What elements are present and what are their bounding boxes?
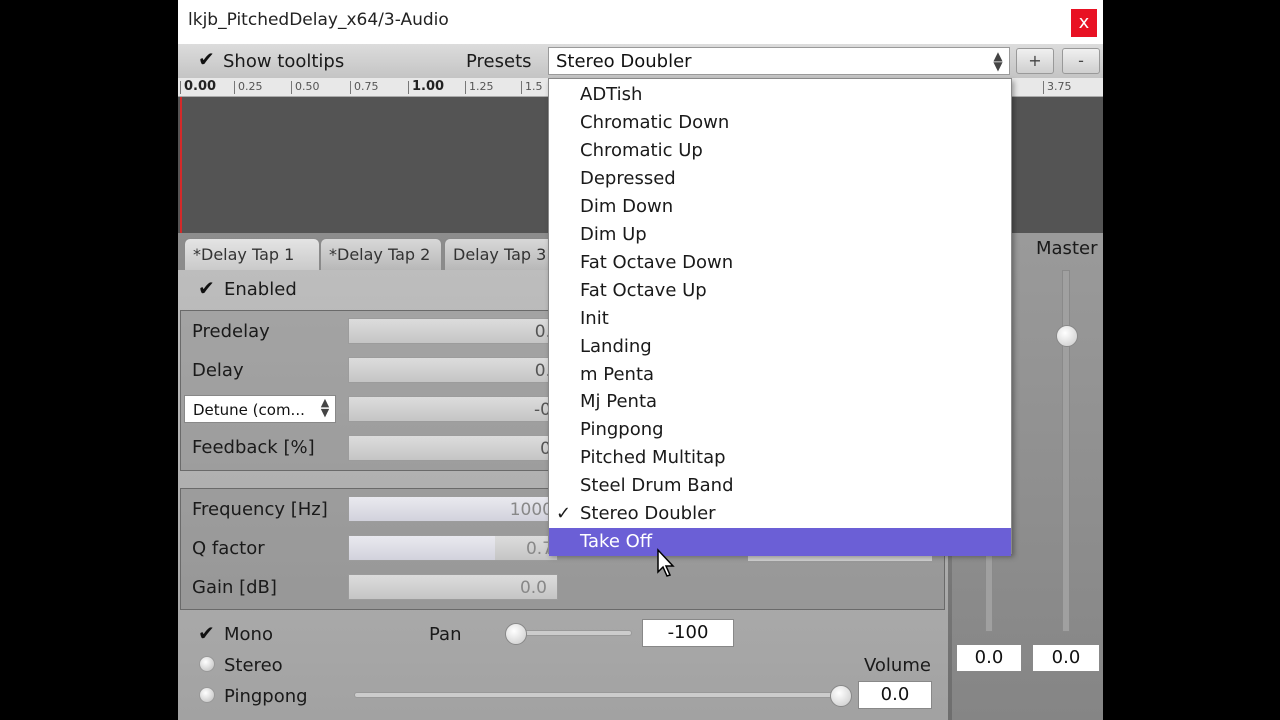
preset-option-label: Chromatic Up: [580, 139, 703, 161]
preset-option[interactable]: Mj Penta: [549, 388, 1011, 416]
preset-option-label: Pingpong: [580, 419, 664, 441]
preset-option[interactable]: Chromatic Down: [549, 109, 1011, 137]
feedback-label: Feedback [%]: [192, 437, 315, 458]
preset-option-label: Mj Penta: [580, 391, 658, 413]
volume-slider-track[interactable]: [354, 692, 848, 698]
preset-option[interactable]: Fat Octave Down: [549, 249, 1011, 277]
detune-mode-select[interactable]: Detune (com... ▲ ▼: [184, 395, 336, 423]
tab-delay-tap-3[interactable]: Delay Tap 3: [444, 238, 554, 270]
preset-option[interactable]: Fat Octave Up: [549, 277, 1011, 305]
stereo-label: Stereo: [224, 655, 283, 676]
preset-option-label: Fat Octave Up: [580, 279, 707, 301]
preset-option-label: Take Off: [580, 531, 653, 553]
q-factor-slider[interactable]: 0.7: [348, 535, 558, 561]
preset-option-label: Dim Down: [580, 195, 674, 217]
detune-slider[interactable]: -0: [348, 396, 558, 422]
tab-delay-tap-2[interactable]: *Delay Tap 2: [320, 238, 442, 270]
presets-label: Presets: [466, 51, 532, 72]
pan-slider-knob[interactable]: [505, 623, 527, 645]
pingpong-label: Pingpong: [224, 686, 308, 707]
delay-slider[interactable]: 0.: [348, 357, 558, 383]
frequency-value: 1000: [509, 500, 553, 520]
updown-arrows-icon: ▲ ▼: [993, 49, 1003, 73]
preset-select[interactable]: Stereo Doubler ▲ ▼: [548, 47, 1010, 75]
predelay-label: Predelay: [192, 321, 270, 342]
preset-option-label: Chromatic Down: [580, 111, 730, 133]
feedback-slider[interactable]: 0: [348, 435, 558, 461]
ruler-tick: 0.75: [350, 81, 379, 94]
master-slider-knob[interactable]: [1056, 325, 1078, 347]
remove-preset-button[interactable]: -: [1062, 48, 1100, 74]
frequency-label: Frequency [Hz]: [192, 499, 328, 520]
title-bar[interactable]: lkjb_PitchedDelay_x64/3-Audio x: [178, 0, 1103, 44]
ruler-tick: 1.25: [465, 81, 494, 94]
volume-label: Volume: [864, 655, 931, 676]
q-factor-slider-fill: [349, 536, 495, 560]
preset-option[interactable]: ADTish: [549, 81, 1011, 109]
preset-option[interactable]: Dim Down: [549, 193, 1011, 221]
gain-label: Gain [dB]: [192, 577, 277, 598]
preset-option[interactable]: Pingpong: [549, 416, 1011, 444]
stereo-radio[interactable]: [199, 656, 215, 672]
preset-option-label: Steel Drum Band: [580, 475, 734, 497]
preset-option[interactable]: Depressed: [549, 165, 1011, 193]
preset-option-label: ADTish: [580, 84, 643, 105]
preset-option[interactable]: Dim Up: [549, 221, 1011, 249]
master-left-value-field[interactable]: 0.0: [956, 644, 1022, 672]
pan-label: Pan: [429, 624, 462, 645]
preset-option-label: Init: [580, 307, 609, 329]
detune-mode-value: Detune (com...: [193, 401, 305, 419]
preset-option[interactable]: Take Off: [549, 528, 1011, 557]
q-factor-label: Q factor: [192, 538, 265, 559]
updown-arrows-icon: ▲ ▼: [320, 396, 330, 419]
preset-option[interactable]: Steel Drum Band: [549, 472, 1011, 500]
pingpong-radio[interactable]: [199, 687, 215, 703]
ruler-tick: 1.5: [521, 81, 543, 94]
close-button[interactable]: x: [1071, 9, 1097, 37]
enabled-checkbox[interactable]: ✔: [198, 276, 215, 300]
preset-option[interactable]: ✓ Stereo Doubler: [549, 500, 1011, 528]
checkmark-icon: ✓: [556, 503, 572, 525]
enabled-label: Enabled: [224, 279, 297, 300]
preset-select-value: Stereo Doubler: [556, 51, 692, 72]
volume-slider-knob[interactable]: [830, 685, 852, 707]
master-right-value-field[interactable]: 0.0: [1032, 644, 1100, 672]
gain-slider[interactable]: 0.0: [348, 574, 558, 600]
mouse-pointer-icon: [657, 548, 675, 577]
preset-option[interactable]: Landing: [549, 333, 1011, 361]
preset-option-label: Pitched Multitap: [580, 447, 726, 469]
ruler-tick: 0.00: [180, 80, 216, 94]
predelay-slider[interactable]: 0.: [348, 318, 558, 344]
frequency-slider[interactable]: 1000: [348, 496, 558, 522]
gain-value: 0.0: [519, 578, 547, 598]
mono-checkbox[interactable]: ✔: [198, 621, 215, 645]
preset-option[interactable]: Pitched Multitap: [549, 444, 1011, 472]
preset-option-label: Landing: [580, 335, 652, 357]
preset-option-label: Fat Octave Down: [580, 251, 734, 273]
show-tooltips-checkbox[interactable]: ✔: [198, 47, 215, 71]
master-label: Master: [1036, 238, 1098, 259]
ruler-tick: 0.25: [234, 81, 263, 94]
delay-label: Delay: [192, 360, 244, 381]
ruler-tick: 3.75: [1043, 81, 1072, 94]
preset-dropdown-list: ADTish Chromatic Down Chromatic Up Depresse…: [548, 78, 1012, 557]
preset-option[interactable]: m Penta: [549, 361, 1011, 389]
filter-graph-line: [748, 556, 932, 561]
show-tooltips-label: Show tooltips: [223, 51, 345, 72]
ruler-tick: 0.50: [291, 81, 320, 94]
volume-value-field[interactable]: 0.0: [858, 681, 932, 709]
pan-value-field[interactable]: -100: [642, 619, 734, 647]
tab-delay-tap-1[interactable]: *Delay Tap 1: [184, 238, 320, 270]
preset-option[interactable]: Chromatic Up: [549, 137, 1011, 165]
preset-option[interactable]: Init: [549, 305, 1011, 333]
ruler-tick: 1.00: [408, 80, 444, 94]
mono-label: Mono: [224, 624, 273, 645]
preset-option-label: Depressed: [580, 167, 676, 189]
preset-option-label: Stereo Doubler: [580, 503, 716, 525]
preset-option-label: Dim Up: [580, 223, 647, 245]
add-preset-button[interactable]: +: [1016, 48, 1054, 74]
playhead-marker[interactable]: [180, 97, 182, 233]
preset-option-label: m Penta: [580, 363, 655, 385]
window-title: lkjb_PitchedDelay_x64/3-Audio: [188, 10, 449, 30]
